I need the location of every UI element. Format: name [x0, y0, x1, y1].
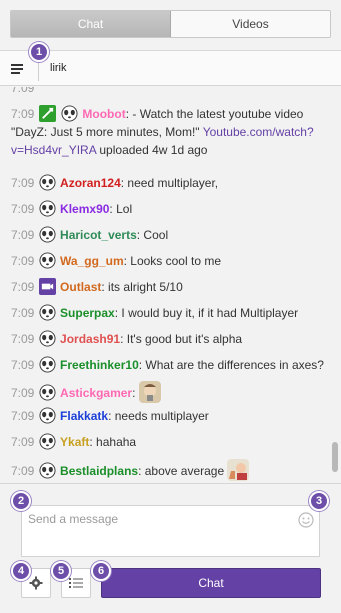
list-item: 7:09	[11, 87, 35, 95]
channel-name: lirik	[50, 62, 67, 74]
username[interactable]: Freethinker10	[60, 358, 139, 372]
message-text: : What are the differences in axes?	[138, 358, 324, 372]
panda-icon	[39, 330, 56, 347]
timestamp: 7:09	[11, 202, 35, 216]
username[interactable]: Wa_gg_um	[60, 254, 124, 268]
list-icon	[69, 578, 83, 588]
timestamp: 7:09	[11, 409, 35, 423]
step-badge-6: 6	[91, 561, 111, 581]
message-text: : Cool	[136, 228, 169, 242]
panda-icon	[39, 384, 56, 401]
timestamp: 7:09	[11, 228, 35, 242]
chat-message: 7:09 Bestlaidplans: above average	[11, 459, 326, 481]
chat-message: 7:09 Jordash91: It's good but it's alpha	[11, 330, 326, 348]
step-badge-4: 4	[11, 561, 31, 581]
panda-icon	[39, 304, 56, 321]
message-text: : It's good but it's alpha	[120, 332, 243, 346]
message-text: : Looks cool to me	[123, 254, 221, 268]
message-text: : above average	[138, 464, 225, 478]
tab-chat[interactable]: Chat	[11, 11, 171, 37]
panda-icon	[39, 433, 56, 450]
timestamp: 7:09	[11, 280, 35, 294]
chat-message: 7:09 Moobot: - Watch the latest youtube …	[11, 105, 326, 159]
scrollbar[interactable]	[332, 442, 338, 472]
thumbs-up-emote-icon	[227, 459, 250, 481]
message-text: : I would buy it, if it had Multiplayer	[114, 306, 299, 320]
panda-icon	[39, 356, 56, 373]
message-text: : needs multiplayer	[108, 409, 209, 423]
username[interactable]: Outlast	[60, 280, 101, 294]
message-text: uploaded 4w 1d ago	[96, 143, 208, 157]
turbo-purple-icon	[38, 278, 56, 295]
step-badge-1: 1	[29, 42, 49, 62]
username[interactable]: Superpax	[60, 306, 115, 320]
chat-message: 7:09 Superpax: I would buy it, if it had…	[11, 304, 326, 322]
step-badge-3: 3	[309, 491, 329, 511]
step-badge-2: 2	[11, 491, 31, 511]
chat-message: 7:09 Haricot_verts: Cool	[11, 226, 326, 244]
message-text: : need multiplayer,	[120, 176, 219, 190]
message-text: :	[132, 386, 136, 400]
chat-messages: 7:09 7:09 Moobot: - Watch the latest you…	[0, 87, 341, 483]
message-input[interactable]	[22, 506, 319, 556]
timestamp: 7:09	[11, 435, 35, 449]
message-text: : hahaha	[89, 435, 137, 449]
chat-message: 7:09 Flakkatk: needs multiplayer	[11, 407, 326, 425]
menu-icon[interactable]	[8, 59, 30, 79]
timestamp: 7:09	[11, 386, 35, 400]
message-text: : Lol	[109, 202, 133, 216]
username[interactable]: Jordash91	[60, 332, 120, 346]
chat-message: 7:09 Azoran124: need multiplayer,	[11, 174, 326, 192]
step-badge-5: 5	[51, 561, 71, 581]
username[interactable]: Flakkatk	[60, 409, 108, 423]
timestamp: 7:09	[11, 254, 35, 268]
emoticon-icon[interactable]	[298, 512, 314, 528]
chat-send-button[interactable]: Chat	[101, 568, 321, 598]
message-text: : its alright 5/10	[101, 280, 183, 294]
panda-icon	[39, 407, 56, 424]
username[interactable]: Azoran124	[60, 176, 121, 190]
timestamp: 7:09	[11, 306, 35, 320]
turbo-icon	[38, 105, 56, 122]
chat-header: lirik	[0, 50, 341, 86]
chat-message: 7:09 Freethinker10: What are the differe…	[11, 356, 326, 374]
chat-message: 7:09 Ykaft: hahaha	[11, 433, 326, 451]
message-input-container	[21, 505, 320, 557]
tab-bar: Chat Videos	[10, 10, 331, 38]
username[interactable]: Ykaft	[60, 435, 89, 449]
timestamp: 7:09	[11, 107, 35, 121]
panda-icon	[39, 200, 56, 217]
panda-icon	[61, 105, 78, 122]
divider	[0, 483, 341, 484]
panda-icon	[39, 226, 56, 243]
timestamp: 7:09	[11, 358, 35, 372]
username[interactable]: Haricot_verts	[60, 228, 137, 242]
username[interactable]: Moobot	[82, 107, 125, 121]
tab-videos[interactable]: Videos	[171, 11, 330, 37]
timestamp: 7:09	[11, 176, 35, 190]
chat-message: 7:09 Astickgamer:	[11, 381, 326, 403]
timestamp: 7:09	[11, 332, 35, 346]
panda-icon	[39, 252, 56, 269]
panda-icon	[39, 174, 56, 191]
username[interactable]: Klemx90	[60, 202, 109, 216]
timestamp: 7:09	[11, 464, 35, 478]
gear-icon	[29, 576, 43, 590]
username[interactable]: Bestlaidplans	[60, 464, 138, 478]
face-emote-icon	[138, 381, 161, 403]
username[interactable]: Astickgamer	[60, 386, 132, 400]
chat-message: 7:09 Klemx90: Lol	[11, 200, 326, 218]
chat-message: 7:09 Outlast: its alright 5/10	[11, 278, 326, 296]
panda-icon	[39, 462, 56, 479]
chat-message: 7:09 Wa_gg_um: Looks cool to me	[11, 252, 326, 270]
